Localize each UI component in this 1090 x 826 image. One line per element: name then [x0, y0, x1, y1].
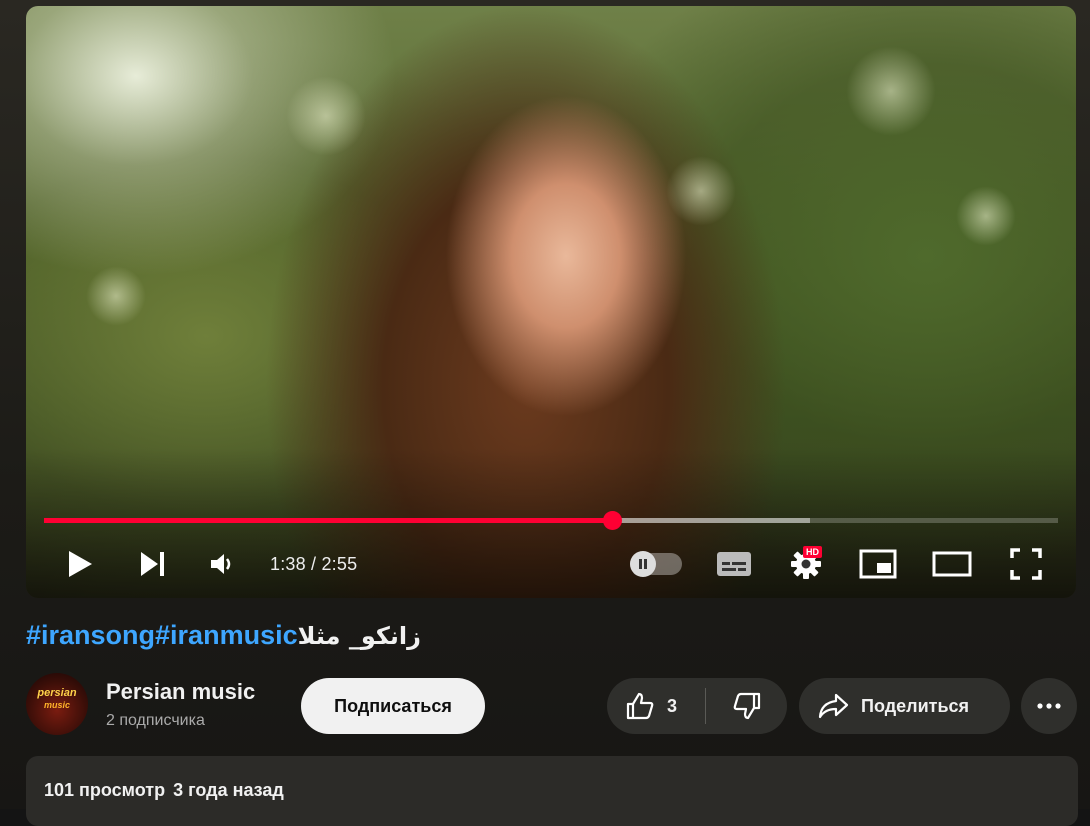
hd-badge: HD	[803, 546, 822, 558]
play-icon	[69, 551, 92, 577]
theater-mode-icon	[932, 551, 972, 577]
dislike-button[interactable]	[706, 678, 787, 734]
current-time: 1:38	[270, 553, 306, 574]
player-controls-right: HD	[624, 540, 1060, 588]
bokeh-light	[86, 266, 146, 326]
avatar-text: persian	[37, 687, 77, 699]
subtitles-icon	[717, 552, 751, 576]
progress-bar[interactable]	[44, 511, 1058, 530]
hashtag-link[interactable]: #iransong	[26, 620, 155, 650]
more-dots-icon	[1037, 703, 1061, 709]
next-button[interactable]	[124, 540, 180, 588]
hashtag-link[interactable]: #iranmusic	[155, 620, 298, 650]
bokeh-light	[846, 46, 936, 136]
autoplay-toggle[interactable]	[624, 540, 688, 588]
thumbs-up-icon	[626, 692, 654, 720]
subtitles-button[interactable]	[700, 540, 768, 588]
progress-played	[44, 518, 612, 523]
bokeh-light	[666, 156, 736, 226]
like-button[interactable]: 3	[607, 678, 705, 734]
pause-icon	[639, 559, 647, 569]
like-dislike-group: 3	[607, 678, 787, 734]
bokeh-light	[286, 76, 366, 156]
player-controls: 1:38 / 2:55 HD	[26, 536, 1076, 592]
video-title: #iransong#iranmusicزانکو_ مثلا	[26, 620, 421, 651]
video-meta: 101 просмотр 3 года назад	[44, 780, 284, 801]
autoplay-knob	[630, 551, 656, 577]
miniplayer-button[interactable]	[844, 540, 912, 588]
video-player[interactable]: 1:38 / 2:55 HD	[26, 6, 1076, 598]
description-box[interactable]: 101 просмотр 3 года назад	[26, 756, 1078, 826]
settings-button[interactable]: HD	[772, 540, 840, 588]
next-icon	[141, 552, 164, 576]
avatar-subtext: music	[43, 700, 70, 710]
autoplay-track	[630, 551, 682, 577]
publish-date: 3 года назад	[173, 780, 284, 800]
theater-mode-button[interactable]	[916, 540, 988, 588]
subscribe-button[interactable]: Подписаться	[301, 678, 485, 734]
duration: 2:55	[321, 553, 358, 574]
share-label: Поделиться	[861, 695, 970, 716]
time-separator: /	[305, 553, 322, 574]
share-button[interactable]: Поделиться	[799, 678, 1010, 734]
time-display: 1:38 / 2:55	[270, 554, 357, 575]
like-count: 3	[667, 695, 678, 716]
share-arrow-icon	[818, 693, 849, 719]
bokeh-light	[956, 186, 1016, 246]
subscriber-count: 2 подписчика	[106, 712, 205, 729]
fullscreen-icon	[1010, 548, 1042, 580]
fullscreen-button[interactable]	[992, 540, 1060, 588]
play-button[interactable]	[52, 540, 108, 588]
channel-name[interactable]: Persian music	[106, 679, 255, 705]
thumbs-down-icon	[733, 692, 760, 720]
view-count: 101 просмотр	[44, 780, 166, 800]
progress-scrubber[interactable]	[602, 511, 622, 530]
volume-button[interactable]	[194, 540, 250, 588]
miniplayer-icon	[859, 549, 897, 579]
more-actions-button[interactable]	[1021, 678, 1077, 734]
title-text: زانکو_ مثلا	[297, 622, 421, 650]
channel-avatar[interactable]: persian music	[26, 673, 88, 735]
volume-icon	[211, 554, 231, 574]
